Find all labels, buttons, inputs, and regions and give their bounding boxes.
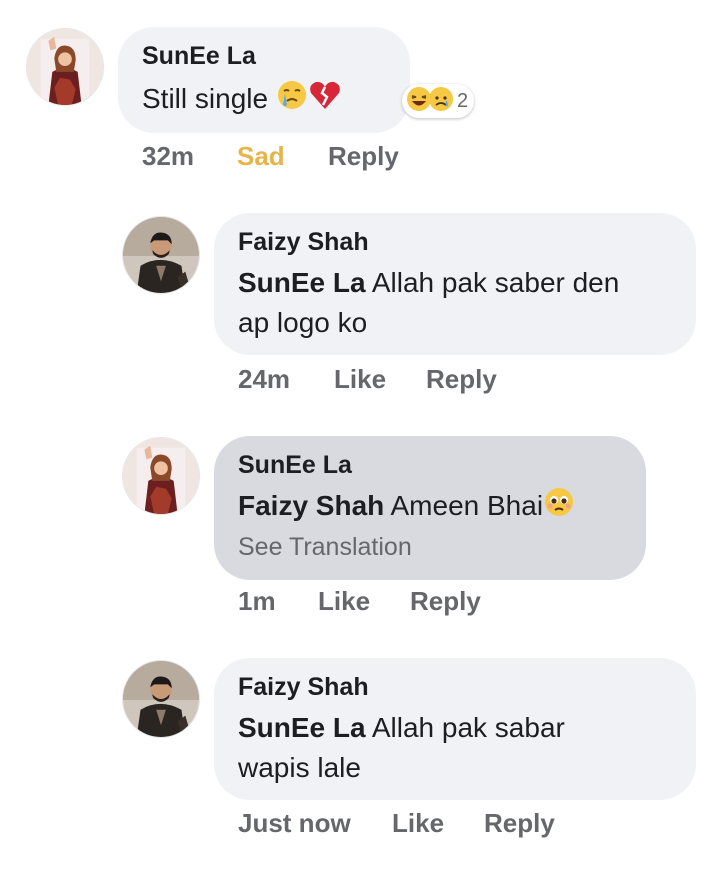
comment-text: SunEe La Allah pak sabar wapis lale [238,708,696,788]
like-button[interactable]: Like [392,808,444,839]
reaction-count: 2 [457,89,469,112]
comment-author[interactable]: Faizy Shah [238,672,696,702]
comment-author[interactable]: Faizy Shah [238,227,696,257]
comment-bubble[interactable]: Faizy Shah SunEe La Allah pak saber den … [214,213,696,355]
reaction-sad-button[interactable]: Sad [237,141,285,172]
comment-text-line: Allah pak saber den [371,267,620,298]
avatar[interactable] [122,437,200,515]
comment-text: Still single [142,79,410,122]
avatar[interactable] [26,28,104,106]
comment-author[interactable]: SunEe La [142,41,410,71]
comment-timestamp[interactable]: 24m [238,364,290,395]
comment-text-content: Ameen Bhai [390,490,544,521]
comment-text-line: wapis lale [238,752,361,783]
comment-bubble[interactable]: SunEe La Faizy Shah Ameen Bhai See Trans… [214,436,646,580]
comment-author[interactable]: SunEe La [238,450,646,480]
reply-button[interactable]: Reply [426,364,497,395]
mention-link[interactable]: Faizy Shah [238,490,384,521]
reply-button[interactable]: Reply [410,586,481,617]
reply-button[interactable]: Reply [484,808,555,839]
crying-face-emoji [276,79,308,122]
avatar[interactable] [122,660,200,738]
like-button[interactable]: Like [334,364,386,395]
see-translation-link[interactable]: See Translation [238,531,646,563]
comment-text-line: Allah pak sabar [371,712,565,743]
comment-text: Faizy Shah Ameen Bhai [238,486,646,529]
avatar[interactable] [122,216,200,294]
reaction-summary[interactable]: 2 [402,84,475,118]
sad-reaction-icon [428,86,454,117]
comment-bubble[interactable]: SunEe La Still single [118,27,410,133]
comment-timestamp[interactable]: 32m [142,141,194,172]
reply-button[interactable]: Reply [328,141,399,172]
comment-timestamp[interactable]: 1m [238,586,276,617]
comment-timestamp[interactable]: Just now [238,808,351,839]
comment-text-line: ap logo ko [238,307,368,338]
broken-heart-emoji [308,79,342,122]
like-button[interactable]: Like [318,586,370,617]
pleading-face-emoji [543,486,575,529]
comment-text: SunEe La Allah pak saber den ap logo ko [238,263,696,343]
mention-link[interactable]: SunEe La [238,712,366,743]
comment-text-content: Still single [142,83,269,114]
mention-link[interactable]: SunEe La [238,267,366,298]
comment-bubble[interactable]: Faizy Shah SunEe La Allah pak sabar wapi… [214,658,696,800]
